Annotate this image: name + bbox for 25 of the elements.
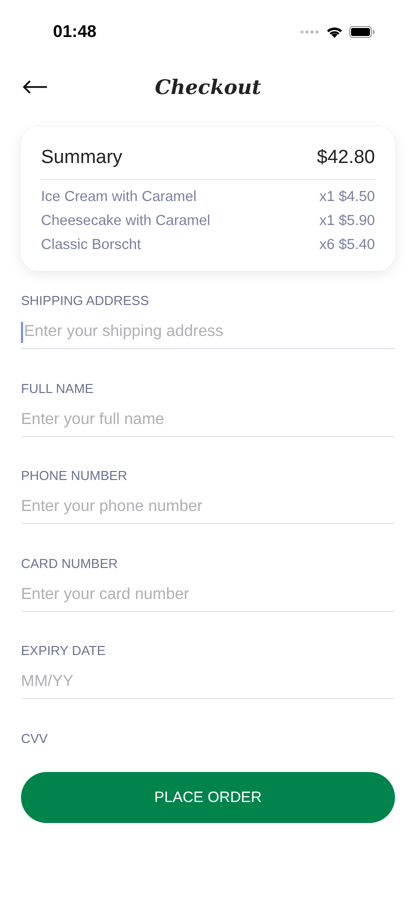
item-name: Ice Cream with Caramel [41,189,197,207]
item-name: Cheesecake with Caramel [41,213,210,231]
field-label: SHIPPING ADDRESS [21,293,150,308]
status-time: 01:48 [53,22,96,42]
item-quantity-price: x1 $5.90 [319,213,375,231]
field-label: FULL NAME [21,380,94,396]
wifi-icon [326,26,343,38]
summary-total: $42.80 [316,147,375,169]
field-label: CVV [21,730,49,746]
signal-icon [300,30,320,34]
input-field[interactable]: Enter your phone number [21,491,395,524]
item-quantity-price: x1 $4.50 [319,189,375,207]
field-label: EXPIRY DATE [21,643,107,658]
summary-title: Summary [41,147,122,169]
field-label: CARD NUMBER [21,556,119,570]
item-name: Classic Borscht [41,237,141,255]
battery-icon [349,26,375,38]
place-order-button[interactable]: PLACE ORDER [21,772,395,823]
input-field[interactable]: MM/YY [21,666,395,699]
input-field[interactable]: Enter your full name [21,404,395,436]
page-title: Checkout [154,75,262,99]
field-label: PHONE NUMBER [21,468,128,483]
item-quantity-price: x6 $5.40 [319,237,375,255]
input-field[interactable]: Enter your card number [21,578,395,612]
back-arrow-icon[interactable] [22,80,48,94]
